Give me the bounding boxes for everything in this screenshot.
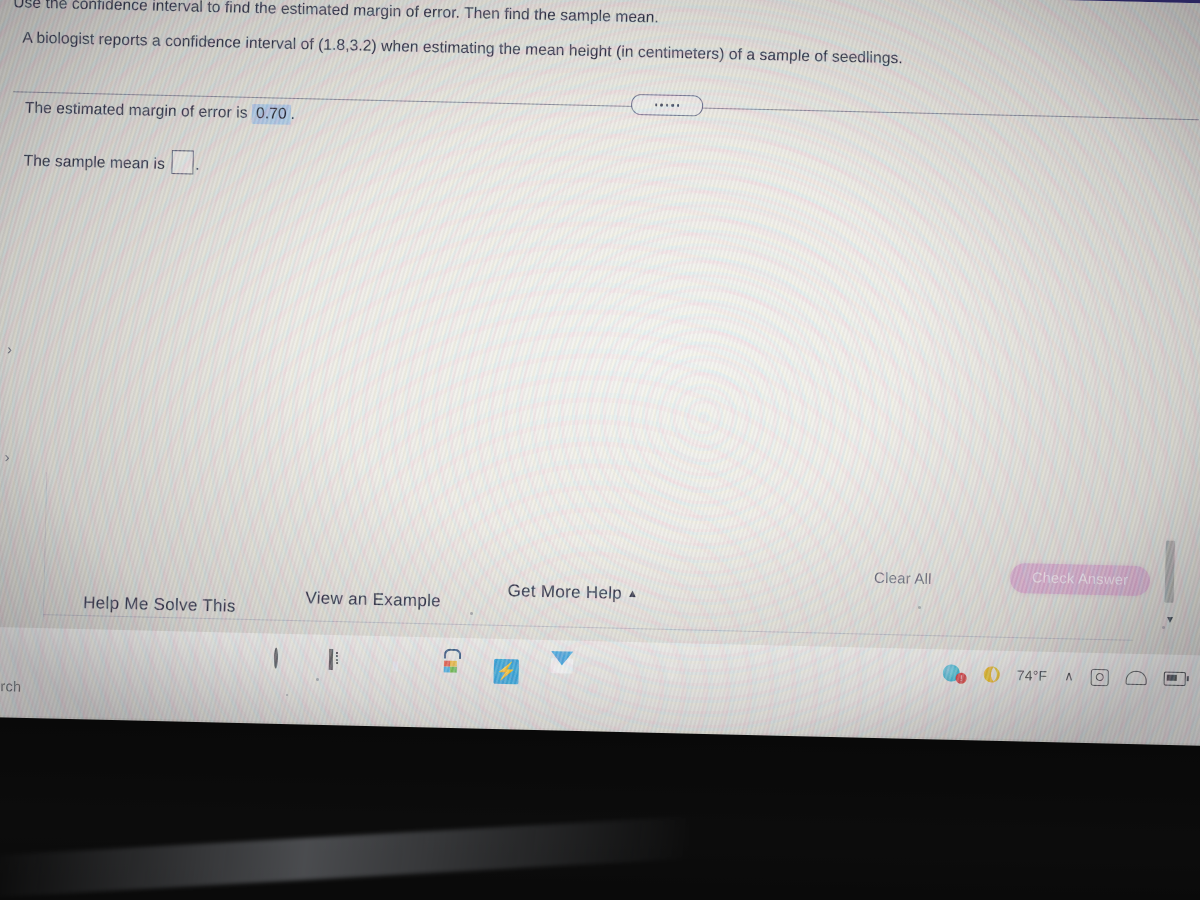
dust-speck	[316, 678, 319, 681]
taskbar-search-input[interactable]: re to search	[0, 678, 22, 696]
margin-of-error-label: The estimated margin of error is	[24, 99, 248, 122]
camera-icon[interactable]	[1090, 668, 1109, 686]
battery-icon[interactable]	[1163, 671, 1186, 687]
dust-speck	[470, 612, 473, 615]
flash-app-icon[interactable]: ⚡	[493, 655, 521, 685]
mail-icon[interactable]	[548, 656, 576, 684]
microsoft-store-icon[interactable]	[438, 653, 466, 681]
sample-mean-row: The sample mean is .	[23, 147, 200, 175]
scroll-down-caret-icon[interactable]: ▼	[1165, 615, 1175, 626]
temperature-readout[interactable]: 74°F	[1017, 667, 1048, 684]
dust-speck	[286, 694, 288, 696]
dot-icon	[665, 103, 669, 107]
dot-icon	[660, 103, 663, 107]
margin-of-error-period: .	[290, 105, 296, 123]
sample-mean-label: The sample mean is	[23, 152, 166, 173]
cortana-icon[interactable]	[273, 647, 302, 678]
show-hidden-icons-chevron-icon[interactable]: ∧	[1064, 668, 1074, 684]
dot-icon	[671, 104, 675, 107]
check-answer-button[interactable]: Check Answer	[1009, 562, 1151, 597]
laptop-bezel	[0, 716, 1200, 900]
sample-mean-period: .	[195, 156, 200, 174]
task-view-icon[interactable]	[328, 648, 357, 679]
weather-alert-icon[interactable]: !	[942, 663, 967, 684]
get-more-help-button[interactable]: Get More Help ▲	[507, 581, 638, 604]
screen-surface: Use the confidence interval to find the …	[0, 0, 1200, 765]
dot-icon	[654, 103, 658, 107]
dust-speck	[1162, 626, 1165, 629]
edge-icon[interactable]	[603, 657, 631, 685]
problem-statement: A biologist reports a confidence interva…	[22, 29, 903, 68]
help-me-solve-this-button[interactable]: Help Me Solve This	[83, 593, 236, 617]
laptop-screen-photo: Use the confidence interval to find the …	[0, 0, 1200, 900]
onedrive-cloud-icon[interactable]	[1125, 670, 1147, 686]
clear-all-button[interactable]: Clear All	[874, 570, 932, 588]
caret-up-icon: ▲	[626, 587, 639, 601]
get-more-help-label: Get More Help	[507, 581, 623, 603]
taskbar-icon-group: ⚡	[273, 647, 687, 687]
file-explorer-icon[interactable]	[384, 652, 412, 680]
clear-night-moon-icon	[983, 666, 1000, 683]
dot-icon	[676, 104, 680, 107]
sample-mean-input[interactable]	[171, 150, 194, 175]
next-page-chevron-icon[interactable]: ›	[4, 449, 9, 466]
margin-of-error-input[interactable]: 0.70	[251, 103, 291, 125]
vertical-scrollbar-thumb[interactable]	[1164, 540, 1175, 603]
dust-speck	[918, 606, 921, 609]
divider-dots-pill[interactable]	[630, 93, 704, 117]
problem-instruction: Use the confidence interval to find the …	[13, 0, 660, 27]
dust-speck	[206, 39, 209, 42]
weather-alert-badge: !	[955, 672, 967, 684]
view-an-example-button[interactable]: View an Example	[305, 588, 441, 611]
previous-page-chevron-icon[interactable]: ›	[7, 341, 12, 358]
system-tray: ! 74°F ∧	[942, 663, 1186, 689]
opera-icon[interactable]	[658, 659, 686, 687]
margin-of-error-row: The estimated margin of error is 0.70.	[24, 99, 296, 125]
